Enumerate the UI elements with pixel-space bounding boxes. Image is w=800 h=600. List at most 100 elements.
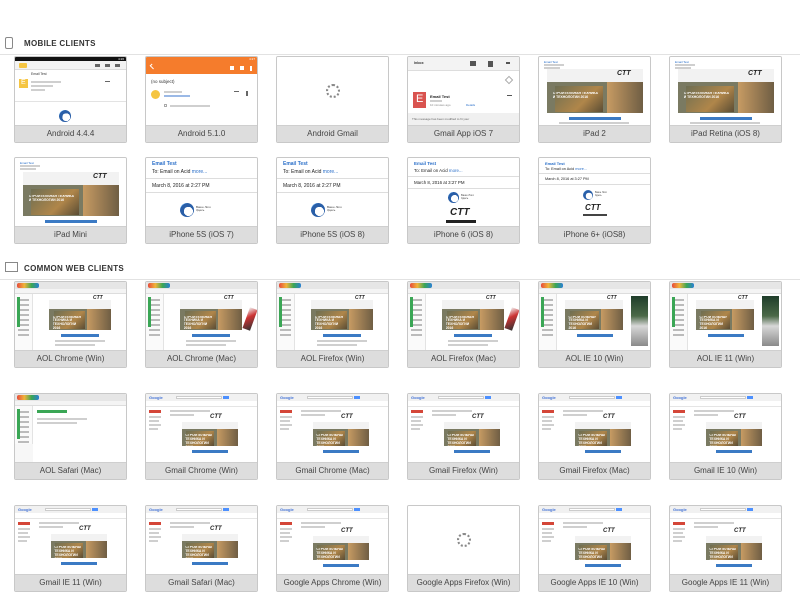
- search-button[interactable]: [747, 508, 753, 511]
- client-preview-thumbnail[interactable]: Email Test To: Email on Acid more... March…: [277, 158, 388, 227]
- reply-icon[interactable]: [105, 81, 110, 85]
- client-preview-thumbnail[interactable]: Google CTT СТРОИТЕЛЬНАЯ ТЕХНИКА И ТЕХНОЛОГ…: [539, 394, 650, 463]
- search-button[interactable]: [92, 508, 98, 511]
- search-input[interactable]: [176, 508, 222, 511]
- folder-item[interactable]: [673, 334, 684, 336]
- cta-button[interactable]: [569, 117, 621, 120]
- search-button[interactable]: [485, 396, 491, 399]
- cta-button[interactable]: [585, 450, 621, 453]
- web-tile[interactable]: Google CTT СТРОИТЕЛЬНАЯ ТЕХНИКА И ТЕХНОЛОГ…: [538, 505, 651, 592]
- client-preview-thumbnail[interactable]: Google CTT СТРОИТЕЛЬНАЯ ТЕХНИКА И ТЕХНОЛОГ…: [146, 506, 257, 575]
- more-icon[interactable]: [250, 66, 252, 71]
- web-tile[interactable]: Google CTT СТРОИТЕЛЬНАЯ ТЕХНИКА И ТЕХНОЛОГ…: [276, 393, 389, 480]
- client-preview-thumbnail[interactable]: 4:27 (no subject): [146, 57, 257, 126]
- archive-icon[interactable]: [95, 64, 100, 67]
- folder-item[interactable]: [673, 329, 684, 331]
- mobile-tile[interactable]: 4:27 (no subject) Android 5.1.0: [145, 56, 258, 143]
- search-button[interactable]: [616, 396, 622, 399]
- web-tile[interactable]: СТРОИТЕЛЬНАЯ ТЕХНИКА И ТЕХНОЛОГИИ 2016 CT…: [407, 281, 520, 368]
- web-tile[interactable]: СТРОИТЕЛЬНАЯ ТЕХНИКА И ТЕХНОЛОГИИ 2016 CT…: [145, 281, 258, 368]
- web-tile[interactable]: СТРОИТЕЛЬНАЯ ТЕХНИКА И ТЕХНОЛОГИИ 2016 CT…: [14, 281, 127, 368]
- search-input[interactable]: [307, 508, 353, 511]
- compose-button[interactable]: [673, 410, 685, 413]
- cta-button[interactable]: [192, 562, 228, 565]
- more-link[interactable]: more...: [449, 168, 463, 173]
- client-preview-thumbnail[interactable]: Email Test To: Email on Acid more... March…: [539, 158, 650, 227]
- mobile-tile[interactable]: Email Test СТРОИТЕЛЬНАЯ ТЕХНИКА И ТЕХНОЛО…: [14, 157, 127, 244]
- more-link[interactable]: more...: [323, 169, 339, 175]
- folder-item[interactable]: [18, 329, 29, 331]
- cta-button[interactable]: [192, 450, 228, 453]
- cta-button[interactable]: [192, 334, 230, 337]
- client-preview-thumbnail[interactable]: СТРОИТЕЛЬНАЯ ТЕХНИКА И ТЕХНОЛОГИИ 2016 CT…: [539, 282, 650, 351]
- cta-button[interactable]: [716, 450, 752, 453]
- web-tile[interactable]: AOL Safari (Mac): [14, 393, 127, 480]
- checkbox[interactable]: [164, 104, 167, 107]
- cta-button[interactable]: [323, 564, 359, 567]
- client-preview-thumbnail[interactable]: [277, 57, 388, 126]
- trash-icon[interactable]: [115, 64, 120, 67]
- cta-button[interactable]: [45, 220, 97, 223]
- client-preview-thumbnail[interactable]: СТРОИТЕЛЬНАЯ ТЕХНИКА И ТЕХНОЛОГИИ 2016 CT…: [15, 282, 126, 351]
- mobile-tile[interactable]: Email Test СТРОИТЕЛЬНАЯ ТЕХНИКА И ТЕХНОЛО…: [669, 56, 782, 143]
- search-input[interactable]: [569, 396, 615, 399]
- compose-button[interactable]: [18, 522, 30, 525]
- search-input[interactable]: [700, 508, 746, 511]
- folder-item[interactable]: [411, 334, 422, 336]
- client-preview-thumbnail[interactable]: Email Test СТРОИТЕЛЬНАЯ ТЕХНИКА И ТЕХНОЛО…: [539, 57, 650, 126]
- cta-button[interactable]: [700, 117, 752, 120]
- compose-button[interactable]: [149, 522, 161, 525]
- cta-button[interactable]: [454, 450, 490, 453]
- client-preview-thumbnail[interactable]: Google CTT СТРОИТЕЛЬНАЯ ТЕХНИКА И ТЕХНОЛОГ…: [277, 506, 388, 575]
- mobile-tile[interactable]: Android Gmail: [276, 56, 389, 143]
- folder-item[interactable]: [18, 334, 29, 336]
- reply-icon[interactable]: [234, 91, 239, 95]
- compose-button[interactable]: [673, 522, 685, 525]
- folder-item[interactable]: [280, 334, 291, 336]
- client-preview-thumbnail[interactable]: СТРОИТЕЛЬНАЯ ТЕХНИКА И ТЕХНОЛОГИИ 2016 CT…: [670, 282, 781, 351]
- search-button[interactable]: [747, 396, 753, 399]
- search-input[interactable]: [45, 508, 91, 511]
- compose-button[interactable]: [280, 522, 292, 525]
- mobile-tile[interactable]: Inbox E Email Test 10 minutes ago Details Thi…: [407, 56, 520, 143]
- client-preview-thumbnail[interactable]: Google CTT СТРОИТЕЛЬНАЯ ТЕХНИКА И ТЕХНОЛОГ…: [408, 394, 519, 463]
- mobile-tile[interactable]: Email Test To: Email on Acid more... March…: [276, 157, 389, 244]
- search-button[interactable]: [223, 508, 229, 511]
- search-input[interactable]: [569, 508, 615, 511]
- web-tile[interactable]: СТРОИТЕЛЬНАЯ ТЕХНИКА И ТЕХНОЛОГИИ 2016 CT…: [538, 281, 651, 368]
- folder-item[interactable]: [149, 334, 160, 336]
- mobile-tile[interactable]: Email Test To: Email on Acid more... March…: [145, 157, 258, 244]
- client-preview-thumbnail[interactable]: Email Test To: Email on Acid more... March…: [408, 158, 519, 227]
- folder-item[interactable]: [280, 329, 291, 331]
- web-tile[interactable]: Google CTT СТРОИТЕЛЬНАЯ ТЕХНИКА И ТЕХНОЛОГ…: [407, 393, 520, 480]
- client-preview-thumbnail[interactable]: Google CTT СТРОИТЕЛЬНАЯ ТЕХНИКА И ТЕХНОЛОГ…: [146, 394, 257, 463]
- client-preview-thumbnail[interactable]: СТРОИТЕЛЬНАЯ ТЕХНИКА И ТЕХНОЛОГИИ 2016 CT…: [277, 282, 388, 351]
- compose-button[interactable]: [411, 410, 423, 413]
- compose-button[interactable]: [542, 410, 554, 413]
- folder-item[interactable]: [149, 329, 160, 331]
- archive-icon[interactable]: [470, 61, 476, 66]
- more-link[interactable]: more...: [192, 169, 208, 175]
- search-button[interactable]: [354, 396, 360, 399]
- web-tile[interactable]: Google CTT СТРОИТЕЛЬНАЯ ТЕХНИКА И ТЕХНОЛОГ…: [538, 393, 651, 480]
- reply-icon[interactable]: [507, 95, 512, 98]
- client-preview-thumbnail[interactable]: Email Test СТРОИТЕЛЬНАЯ ТЕХНИКА И ТЕХНОЛО…: [670, 57, 781, 126]
- web-tile[interactable]: Google CTT СТРОИТЕЛЬНАЯ ТЕХНИКА И ТЕХНОЛОГ…: [145, 505, 258, 592]
- client-preview-thumbnail[interactable]: Google CTT СТРОИТЕЛЬНАЯ ТЕХНИКА И ТЕХНОЛОГ…: [277, 394, 388, 463]
- compose-button[interactable]: [149, 410, 161, 413]
- search-input[interactable]: [176, 396, 222, 399]
- client-preview-thumbnail[interactable]: [15, 394, 126, 463]
- more-icon[interactable]: [246, 91, 248, 96]
- client-preview-thumbnail[interactable]: Google CTT СТРОИТЕЛЬНАЯ ТЕХНИКА И ТЕХНОЛОГ…: [670, 394, 781, 463]
- web-tile[interactable]: СТРОИТЕЛЬНАЯ ТЕХНИКА И ТЕХНОЛОГИИ 2016 CT…: [276, 281, 389, 368]
- more-link[interactable]: more...: [575, 167, 587, 171]
- client-preview-thumbnail[interactable]: Google CTT СТРОИТЕЛЬНАЯ ТЕХНИКА И ТЕХНОЛОГ…: [670, 506, 781, 575]
- cta-button[interactable]: [61, 334, 99, 337]
- folder-item[interactable]: [542, 334, 553, 336]
- trash-icon[interactable]: [488, 61, 493, 67]
- client-preview-thumbnail[interactable]: Google CTT СТРОИТЕЛЬНАЯ ТЕХНИКА И ТЕХНОЛОГ…: [15, 506, 126, 575]
- client-preview-thumbnail[interactable]: СТРОИТЕЛЬНАЯ ТЕХНИКА И ТЕХНОЛОГИИ 2016 CT…: [408, 282, 519, 351]
- client-preview-thumbnail[interactable]: Inbox E Email Test 10 minutes ago Details Thi…: [408, 57, 519, 126]
- mobile-tile[interactable]: Email Test To: Email on Acid more... March…: [538, 157, 651, 244]
- chevron-down-icon[interactable]: [506, 62, 510, 65]
